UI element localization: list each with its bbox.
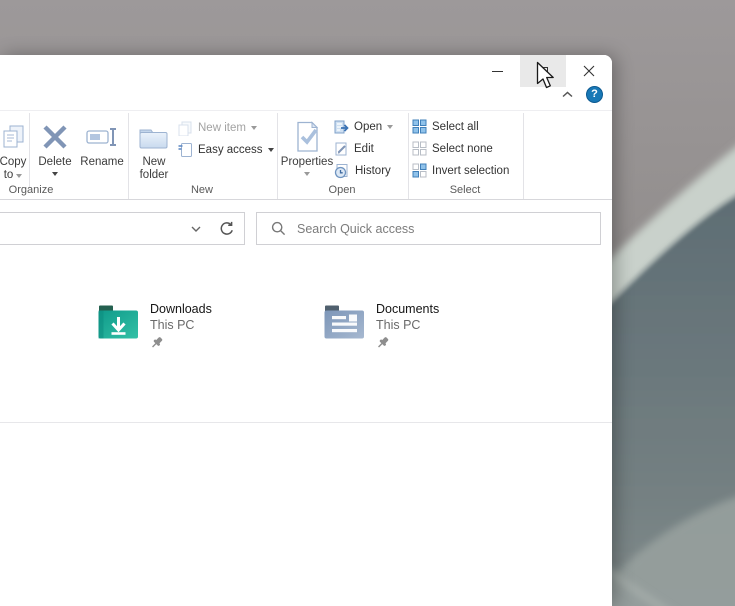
caption-buttons [474,55,612,87]
open-icon [333,119,349,135]
new-item-button[interactable]: New item [177,117,257,138]
file-location: This PC [376,317,439,333]
history-button[interactable]: History [333,160,391,181]
ribbon-tab-strip: ? [0,88,612,110]
documents-folder-icon [322,300,367,344]
chevron-down-icon [191,226,201,232]
address-bar [0,212,245,245]
dropdown-arrow-icon [16,174,22,178]
close-icon [583,65,595,77]
pin-icon [376,336,389,350]
new-folder-icon [138,124,170,151]
dropdown-arrow-icon [268,148,274,152]
delete-button[interactable]: Delete [33,113,77,187]
address-dropdown-button[interactable] [184,213,208,244]
select-all-button[interactable]: Select all [412,116,479,137]
new-folder-button[interactable]: New folder [131,113,177,187]
invert-selection-icon [412,163,427,178]
file-location: This PC [150,317,212,333]
group-label-organize: Organize [9,184,54,196]
ribbon-collapse-button[interactable] [562,91,573,98]
ribbon-home-tab: Copy to Delete Rename Organize [0,110,612,200]
search-input[interactable] [297,222,600,236]
chevron-up-icon [562,91,573,98]
downloads-folder-icon [96,300,141,344]
group-separator [523,113,524,199]
group-label-open: Open [329,184,356,196]
easy-access-button[interactable]: Easy access [177,139,274,160]
refresh-icon [218,221,234,237]
help-button[interactable]: ? [586,86,603,103]
open-button[interactable]: Open [333,116,393,137]
dropdown-arrow-icon [251,126,257,130]
minimize-button[interactable] [474,55,520,87]
titlebar[interactable] [0,55,612,88]
delete-icon [41,123,69,151]
close-button[interactable] [566,55,612,87]
easy-access-icon [177,142,193,158]
group-separator [29,113,30,187]
maximize-button[interactable] [520,55,566,87]
navigation-toolbar [0,200,612,277]
content-divider [0,422,612,423]
dropdown-arrow-icon [52,172,58,176]
new-item-icon [177,120,193,136]
pin-icon [150,336,163,350]
search-box [256,212,601,245]
select-none-icon [412,141,427,156]
dropdown-arrow-icon [304,172,310,176]
select-none-button[interactable]: Select none [412,138,493,159]
file-name: Downloads [150,301,212,317]
invert-selection-button[interactable]: Invert selection [412,160,509,181]
history-icon [333,163,350,179]
minimize-icon [492,71,503,72]
group-separator [408,113,409,199]
rename-icon [86,125,118,149]
search-icon [271,221,286,236]
properties-icon [293,121,321,153]
file-item-documents[interactable]: Documents This PC [322,300,439,350]
file-item-downloads[interactable]: Downloads This PC [96,300,212,350]
help-icon: ? [591,89,598,100]
properties-button[interactable]: Properties [280,113,334,187]
rename-button[interactable]: Rename [77,113,127,187]
edit-icon [333,141,349,157]
edit-button[interactable]: Edit [333,138,374,159]
copy-to-icon [0,124,27,150]
file-name: Documents [376,301,439,317]
dropdown-arrow-icon [387,125,393,129]
select-all-icon [412,119,427,134]
address-input[interactable] [0,222,184,236]
maximize-icon [539,67,548,76]
group-label-new: New [191,184,213,196]
explorer-window: ? Copy to Delete [0,55,612,606]
group-separator [277,113,278,199]
group-separator [128,113,129,199]
refresh-button[interactable] [208,213,244,244]
group-label-select: Select [450,184,481,196]
